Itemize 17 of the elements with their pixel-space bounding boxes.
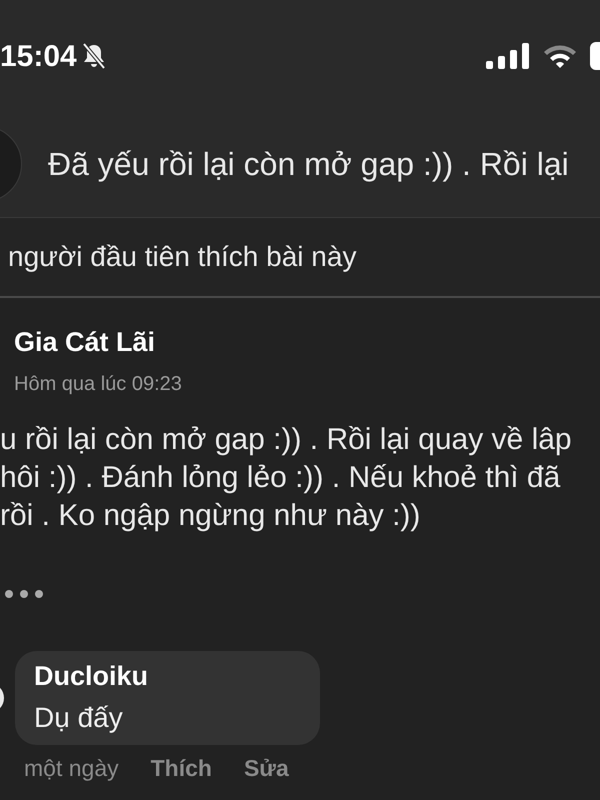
- post-text-line: u rồi lại còn mở gap :)) . Rồi lại quay về lâp: [0, 422, 573, 458]
- post-text-line: rồi . Ko ngập ngừng như này :)): [0, 498, 422, 534]
- comment-author[interactable]: Ducloiku: [34, 656, 320, 697]
- post-text-line: hôi :)) . Đánh lỏng lẻo :)) . Nếu khoẻ thì đã: [0, 460, 562, 496]
- status-time: 15:04: [0, 38, 77, 74]
- comment-action[interactable]: Sửa: [244, 750, 289, 785]
- signal-icon: [486, 43, 530, 69]
- wifi-icon: [542, 43, 578, 69]
- comment-time: một ngày: [24, 754, 119, 783]
- comment-action[interactable]: Thích: [150, 750, 212, 785]
- more-dots-icon: [4, 588, 46, 598]
- comment-text: Dụ đấy: [34, 700, 124, 735]
- likes-text[interactable]: người đầu tiên thích bài này: [0, 236, 356, 278]
- post-preview-text: Đã yếu rồi lại còn mở gap :)) . Rồi lại: [48, 144, 569, 184]
- battery-icon: [590, 42, 600, 70]
- author-name[interactable]: Gia Cát Lãi: [14, 322, 600, 362]
- post-time: Hôm qua lúc 09:23: [14, 372, 183, 396]
